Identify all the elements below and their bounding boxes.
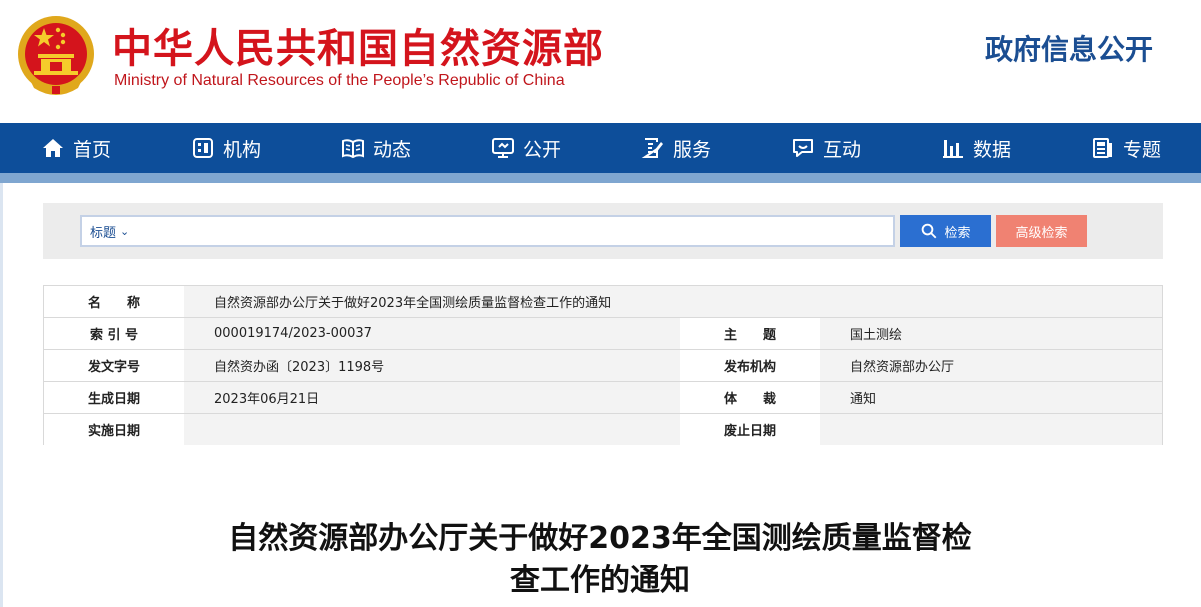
meta-label: 发文字号: [44, 350, 184, 381]
search-box: 标题 ⌄: [80, 215, 895, 247]
main-nav: 首页 机构 动态 公开 服务 互动 数据 专题: [0, 123, 1201, 173]
search-icon: [922, 223, 937, 239]
nav-item-topics[interactable]: 专题: [1091, 123, 1161, 173]
nav-item-news[interactable]: 动态: [341, 123, 411, 173]
nav-item-home[interactable]: 首页: [41, 123, 111, 173]
nav-label: 公开: [523, 138, 562, 161]
nav-label: 专题: [1123, 138, 1162, 161]
section-title[interactable]: 政府信息公开: [985, 28, 1153, 68]
search-button[interactable]: 检索: [900, 215, 991, 247]
meta-label: 索 引 号: [44, 318, 184, 349]
search-scope-label: 标题: [90, 225, 117, 241]
nav-item-service[interactable]: 服务: [641, 123, 711, 173]
meta-label: 主 题: [680, 318, 820, 349]
meta-label: 体 裁: [680, 382, 820, 413]
nav-label: 机构: [223, 138, 262, 161]
edit-document-icon: [641, 138, 663, 158]
meta-value: 2023年06月21日: [184, 382, 680, 413]
search-button-label: 检索: [944, 225, 971, 241]
organization-icon: [193, 138, 213, 158]
document-title: 自然资源部办公厅关于做好2023年全国测绘质量监督检 查工作的通知: [150, 518, 1050, 602]
meta-value: 自然资源部办公厅关于做好2023年全国测绘质量监督检查工作的通知: [184, 286, 1162, 317]
meta-value: [184, 414, 680, 445]
meta-value: 国土测绘: [820, 318, 1162, 349]
search-panel: 标题 ⌄ 检索 高级检索: [43, 203, 1163, 259]
document-title-line: 自然资源部办公厅关于做好2023年全国测绘质量监督检: [228, 521, 972, 556]
nav-item-interaction[interactable]: 互动: [791, 123, 861, 173]
meta-label: 名 称: [44, 286, 184, 317]
meta-label: 实施日期: [44, 414, 184, 445]
monitor-icon: [492, 138, 514, 158]
nav-label: 互动: [823, 138, 862, 161]
meta-row-index: 索 引 号 000019174/2023-00037 主 题 国土测绘: [44, 318, 1162, 350]
meta-label: 生成日期: [44, 382, 184, 413]
meta-label: 发布机构: [680, 350, 820, 381]
nav-label: 服务: [673, 138, 712, 161]
book-icon: [342, 139, 364, 159]
advanced-search-button[interactable]: 高级检索: [996, 215, 1087, 247]
nav-item-data[interactable]: 数据: [941, 123, 1011, 173]
nav-item-public[interactable]: 公开: [491, 123, 561, 173]
meta-value: 000019174/2023-00037: [184, 318, 680, 349]
site-header: 中华人民共和国自然资源部 Ministry of Natural Resourc…: [0, 0, 1201, 123]
chat-icon: [793, 139, 813, 157]
nav-item-organization[interactable]: 机构: [191, 123, 261, 173]
nav-label: 动态: [373, 138, 412, 161]
meta-value: 通知: [820, 382, 1162, 413]
nav-label: 首页: [73, 138, 112, 161]
search-input[interactable]: [142, 219, 882, 243]
search-scope-select[interactable]: 标题 ⌄: [90, 217, 129, 245]
home-icon: [43, 139, 63, 157]
chevron-down-icon: ⌄: [120, 224, 130, 238]
nav-label: 数据: [973, 138, 1012, 161]
national-emblem-icon[interactable]: [16, 14, 96, 98]
bar-chart-icon: [943, 140, 963, 158]
meta-row-effective: 实施日期 废止日期: [44, 414, 1162, 446]
page-edge: [0, 183, 3, 607]
document-title-line: 查工作的通知: [510, 563, 690, 598]
meta-label: 废止日期: [680, 414, 820, 445]
site-title[interactable]: 中华人民共和国自然资源部: [112, 16, 604, 74]
meta-value: 自然资源部办公厅: [820, 350, 1162, 381]
meta-value: [820, 414, 1162, 445]
meta-row-docno: 发文字号 自然资办函〔2023〕1198号 发布机构 自然资源部办公厅: [44, 350, 1162, 382]
advanced-search-label: 高级检索: [1015, 225, 1068, 241]
meta-row-name: 名 称 自然资源部办公厅关于做好2023年全国测绘质量监督检查工作的通知: [44, 286, 1162, 318]
topic-icon: [1093, 138, 1112, 158]
nav-divider: [0, 173, 1201, 183]
meta-row-date: 生成日期 2023年06月21日 体 裁 通知: [44, 382, 1162, 414]
document-meta-table: 名 称 自然资源部办公厅关于做好2023年全国测绘质量监督检查工作的通知 索 引…: [43, 285, 1163, 445]
meta-value: 自然资办函〔2023〕1198号: [184, 350, 680, 381]
site-title-english[interactable]: Ministry of Natural Resources of the Peo…: [114, 72, 565, 90]
